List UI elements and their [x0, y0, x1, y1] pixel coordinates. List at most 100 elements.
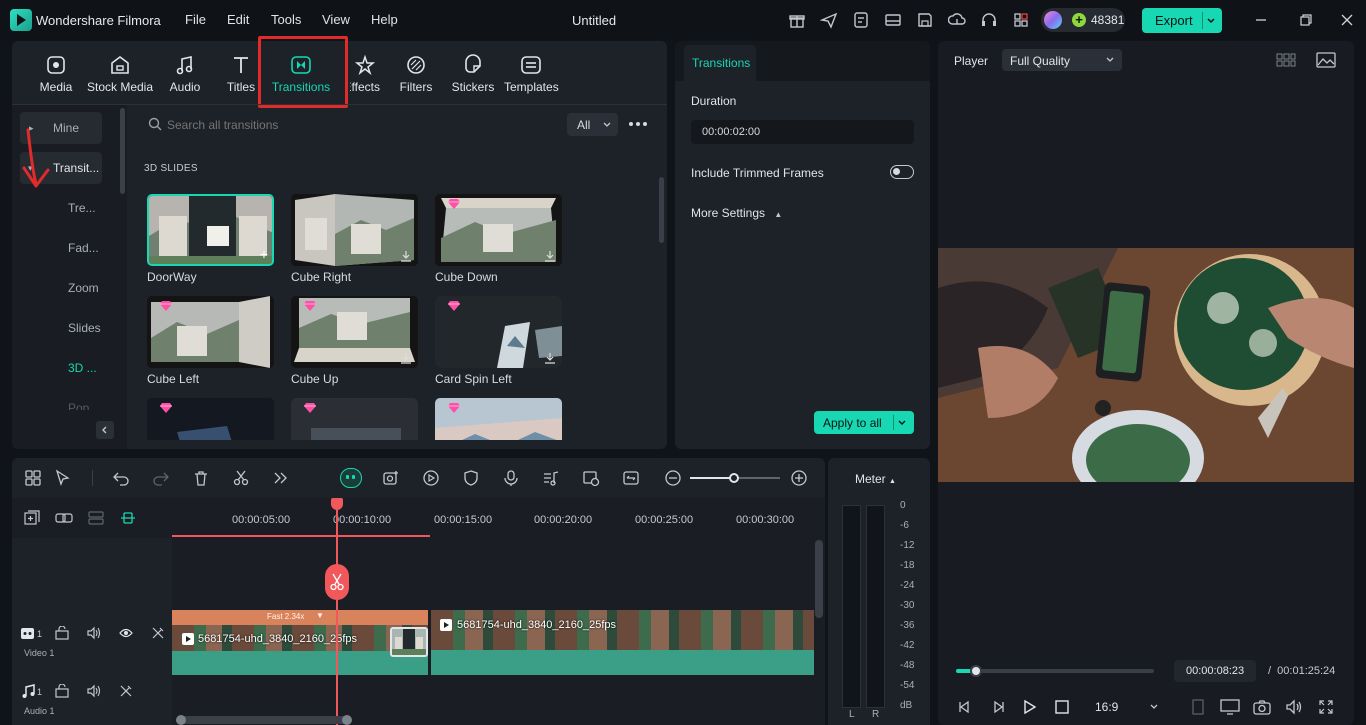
- work-area-range[interactable]: [172, 535, 430, 537]
- stop-icon[interactable]: [1055, 700, 1069, 714]
- filter-dropdown[interactable]: All: [567, 113, 618, 136]
- duration-field[interactable]: 00:00:02:00: [691, 120, 914, 144]
- transition-thumb-card-spin-left[interactable]: [435, 296, 562, 368]
- include-trimmed-toggle[interactable]: [890, 165, 914, 179]
- transition-thumb-cube-right[interactable]: [291, 194, 418, 266]
- send-icon[interactable]: [820, 11, 838, 29]
- tab-transitions-properties[interactable]: Transitions: [684, 45, 756, 81]
- menu-tools[interactable]: Tools: [271, 12, 301, 27]
- fullscreen-icon[interactable]: [1318, 699, 1334, 715]
- restore-icon[interactable]: [1298, 12, 1314, 28]
- feedback-icon[interactable]: [852, 11, 870, 29]
- replace-icon[interactable]: [622, 469, 640, 487]
- speaker-icon[interactable]: [87, 684, 101, 698]
- transition-thumb-doorway[interactable]: +: [147, 194, 274, 266]
- zoom-slider-handle[interactable]: [729, 473, 739, 483]
- auto-reframe-icon[interactable]: [582, 469, 600, 487]
- mark-icon[interactable]: [1192, 699, 1204, 715]
- timeline-vertical-scrollbar[interactable]: [815, 540, 823, 618]
- play-icon[interactable]: [1023, 699, 1037, 715]
- playhead-line[interactable]: [336, 498, 338, 725]
- mute-edit-icon[interactable]: [119, 684, 133, 698]
- folder-lock-icon[interactable]: [55, 626, 69, 640]
- layout-grid-icon[interactable]: [24, 469, 42, 487]
- transition-thumb-7[interactable]: [147, 398, 274, 440]
- collapse-sidebar-button[interactable]: [96, 421, 114, 439]
- sidebar-item-3d[interactable]: 3D ...: [20, 352, 102, 384]
- track-settings-icon[interactable]: [87, 509, 105, 527]
- speed-bar[interactable]: Fast 2.34x ▼: [172, 610, 428, 625]
- download-icon[interactable]: [400, 250, 412, 262]
- video-preview[interactable]: [938, 248, 1354, 482]
- add-track-icon[interactable]: [23, 509, 41, 527]
- speed-icon[interactable]: [422, 469, 440, 487]
- add-media-icon[interactable]: [382, 469, 400, 487]
- chevron-down-icon[interactable]: [897, 418, 907, 428]
- menu-help[interactable]: Help: [371, 12, 398, 27]
- more-options-icon[interactable]: [629, 122, 647, 128]
- playhead-handle[interactable]: [331, 498, 343, 510]
- eye-icon[interactable]: [119, 627, 133, 639]
- music-list-icon[interactable]: [542, 469, 560, 487]
- search-input[interactable]: [167, 114, 557, 136]
- quality-dropdown[interactable]: Full Quality: [1002, 49, 1122, 71]
- minimize-icon[interactable]: [1253, 12, 1269, 28]
- progress-handle[interactable]: [969, 665, 982, 677]
- download-icon[interactable]: [544, 250, 556, 262]
- microphone-icon[interactable]: [502, 469, 520, 487]
- download-icon[interactable]: [400, 352, 412, 364]
- video-clip-2[interactable]: 5681754-uhd_3840_2160_25fps: [431, 610, 814, 675]
- transition-thumb-cube-left[interactable]: [147, 296, 274, 368]
- zoom-slider[interactable]: [690, 473, 780, 483]
- next-frame-icon[interactable]: [990, 700, 1006, 714]
- download-icon[interactable]: [544, 352, 556, 364]
- redo-icon[interactable]: [152, 469, 170, 487]
- tab-stock-media[interactable]: Stock Media: [86, 54, 154, 94]
- timeline-horizontal-scrollbar[interactable]: [176, 715, 352, 725]
- chevron-down-icon[interactable]: [1206, 16, 1216, 26]
- apps-grid-icon[interactable]: [1012, 11, 1030, 29]
- meter-toggle[interactable]: Meter ▲: [855, 472, 896, 486]
- gift-icon[interactable]: [788, 11, 806, 29]
- snapshot-image-icon[interactable]: [1316, 52, 1336, 68]
- avatar[interactable]: [1044, 11, 1062, 29]
- close-icon[interactable]: [1339, 12, 1355, 28]
- transition-thumb-cube-up[interactable]: [291, 296, 418, 368]
- progress-bar[interactable]: [956, 665, 1154, 677]
- sidebar-item-trending[interactable]: Tre...: [20, 192, 102, 224]
- headset-icon[interactable]: [980, 11, 998, 29]
- sidebar-item-pop[interactable]: Pop: [20, 392, 102, 410]
- display-icon[interactable]: [1220, 699, 1240, 715]
- layout-icon[interactable]: [884, 11, 902, 29]
- shield-icon[interactable]: [462, 469, 480, 487]
- sidebar-item-zoom[interactable]: Zoom: [20, 272, 102, 304]
- mute-edit-icon[interactable]: [151, 626, 165, 640]
- sidebar-item-slides[interactable]: Slides: [20, 312, 102, 344]
- ai-assist-icon[interactable]: [340, 468, 362, 488]
- undo-icon[interactable]: [112, 469, 130, 487]
- previous-frame-icon[interactable]: [957, 700, 973, 714]
- credits-badge[interactable]: + 48381: [1041, 8, 1125, 32]
- current-time-field[interactable]: 00:00:08:23: [1174, 660, 1256, 682]
- cloud-upload-icon[interactable]: [948, 11, 966, 29]
- tab-stickers[interactable]: Stickers: [450, 54, 496, 94]
- add-credits-icon[interactable]: +: [1072, 13, 1086, 27]
- transition-marker[interactable]: [390, 627, 428, 657]
- speaker-icon[interactable]: [87, 626, 101, 640]
- sidebar-item-fade[interactable]: Fad...: [20, 232, 102, 264]
- save-icon[interactable]: [916, 11, 934, 29]
- link-icon[interactable]: [55, 509, 73, 527]
- export-button[interactable]: Export: [1142, 8, 1222, 33]
- more-settings-toggle[interactable]: More Settings ▲: [691, 206, 782, 220]
- tab-filters[interactable]: Filters: [398, 54, 434, 94]
- tab-audio[interactable]: Audio: [166, 54, 204, 94]
- scissors-icon[interactable]: [232, 469, 250, 487]
- tab-media[interactable]: Media: [36, 54, 76, 94]
- sidebar-scrollbar[interactable]: [120, 108, 125, 194]
- split-button[interactable]: [325, 564, 349, 600]
- more-tools-icon[interactable]: [272, 469, 290, 487]
- menu-edit[interactable]: Edit: [227, 12, 249, 27]
- select-tool-icon[interactable]: [54, 469, 72, 487]
- delete-icon[interactable]: [192, 469, 210, 487]
- tab-effects[interactable]: Effects: [350, 54, 380, 94]
